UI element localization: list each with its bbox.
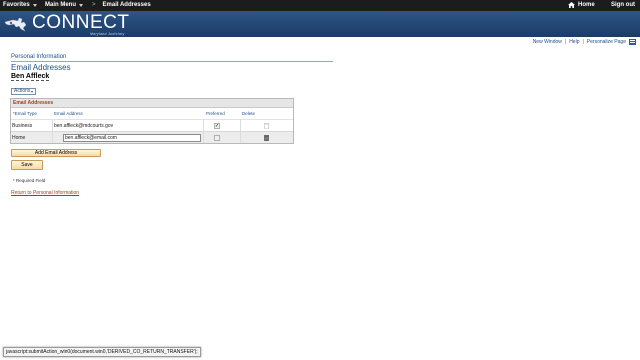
- actions-menu-button[interactable]: Actions: [11, 88, 37, 95]
- preferred-checkbox[interactable]: ✓: [214, 123, 220, 129]
- preferred-checkbox[interactable]: [214, 135, 220, 141]
- add-email-address-button[interactable]: Add Email Address: [11, 149, 101, 157]
- person-name: Ben Affleck: [11, 73, 50, 81]
- chevron-down-icon: [79, 3, 83, 7]
- email-addresses-grid: Email Addresses *Email Type Email Addres…: [10, 98, 294, 144]
- table-row: Business ben.affleck@mdcourts.gov ✓: [11, 119, 293, 131]
- banner-subline: Maryland Judiciary: [90, 32, 125, 36]
- main-menu-label: Main Menu: [45, 2, 76, 8]
- header-banner: CONNECT Maryland Judiciary: [0, 11, 640, 37]
- connect-wordmark: CONNECT: [32, 12, 130, 33]
- column-header-email-type: *Email Type: [13, 111, 37, 116]
- trash-icon: [264, 123, 269, 129]
- trash-icon[interactable]: [264, 135, 269, 141]
- maryland-map-logo: [4, 17, 27, 32]
- column-header-email-address: Email Address: [54, 111, 83, 116]
- main-menu[interactable]: Main Menu: [45, 2, 83, 8]
- favorites-menu[interactable]: Favorites: [3, 2, 37, 8]
- breadcrumb: > Email Addresses: [92, 2, 151, 8]
- email-address-input[interactable]: ben.affleck@email.com: [63, 134, 201, 142]
- chevron-down-icon: [31, 90, 34, 93]
- email-type-cell: Business: [12, 123, 33, 129]
- save-button[interactable]: Save: [11, 160, 43, 170]
- sign-out-label: Sign out: [611, 2, 635, 8]
- browser-status-bar: javascript:submitAction_win0(document.wi…: [3, 347, 201, 357]
- home-link[interactable]: Home: [568, 2, 595, 8]
- section-label: Personal Information: [11, 54, 67, 60]
- grid-layout-icon[interactable]: [629, 39, 636, 45]
- column-header-delete: Delete: [242, 111, 256, 116]
- email-type-cell: Home: [12, 135, 26, 141]
- return-to-personal-information-link[interactable]: Return to Personal Information: [11, 190, 79, 196]
- column-header-preferred: Preferred: [206, 111, 225, 116]
- home-label: Home: [578, 2, 595, 8]
- grid-caption: Email Addresses: [11, 99, 293, 108]
- personalize-page-link[interactable]: Personalize Page: [587, 39, 626, 45]
- link-separator: |: [582, 39, 584, 45]
- breadcrumb-separator: >: [92, 2, 96, 8]
- grid-header-row: *Email Type Email Address Preferred Dele…: [11, 108, 293, 119]
- page-title: Email Addresses: [11, 63, 71, 72]
- table-row: Home ben.affleck@email.com: [11, 131, 293, 143]
- actions-label: Actions: [14, 88, 31, 94]
- page-utility-links: New Window | Help | Personalize Page: [533, 39, 636, 45]
- required-field-note: * Required Field: [13, 178, 46, 183]
- column-divider: [52, 119, 53, 143]
- home-icon: [568, 2, 575, 8]
- column-divider: [240, 119, 241, 143]
- breadcrumb-current: Email Addresses: [102, 2, 151, 8]
- help-link[interactable]: Help: [569, 39, 579, 45]
- link-separator: |: [564, 39, 567, 45]
- top-nav-bar: Favorites Main Menu > Email Addresses Ho…: [0, 0, 640, 11]
- favorites-label: Favorites: [3, 2, 30, 8]
- section-divider: [11, 61, 333, 62]
- email-address-cell: ben.affleck@mdcourts.gov: [54, 123, 114, 129]
- column-divider: [203, 119, 204, 143]
- chevron-down-icon: [32, 3, 37, 7]
- sign-out-link[interactable]: Sign out: [611, 2, 635, 8]
- new-window-link[interactable]: New Window: [533, 39, 562, 45]
